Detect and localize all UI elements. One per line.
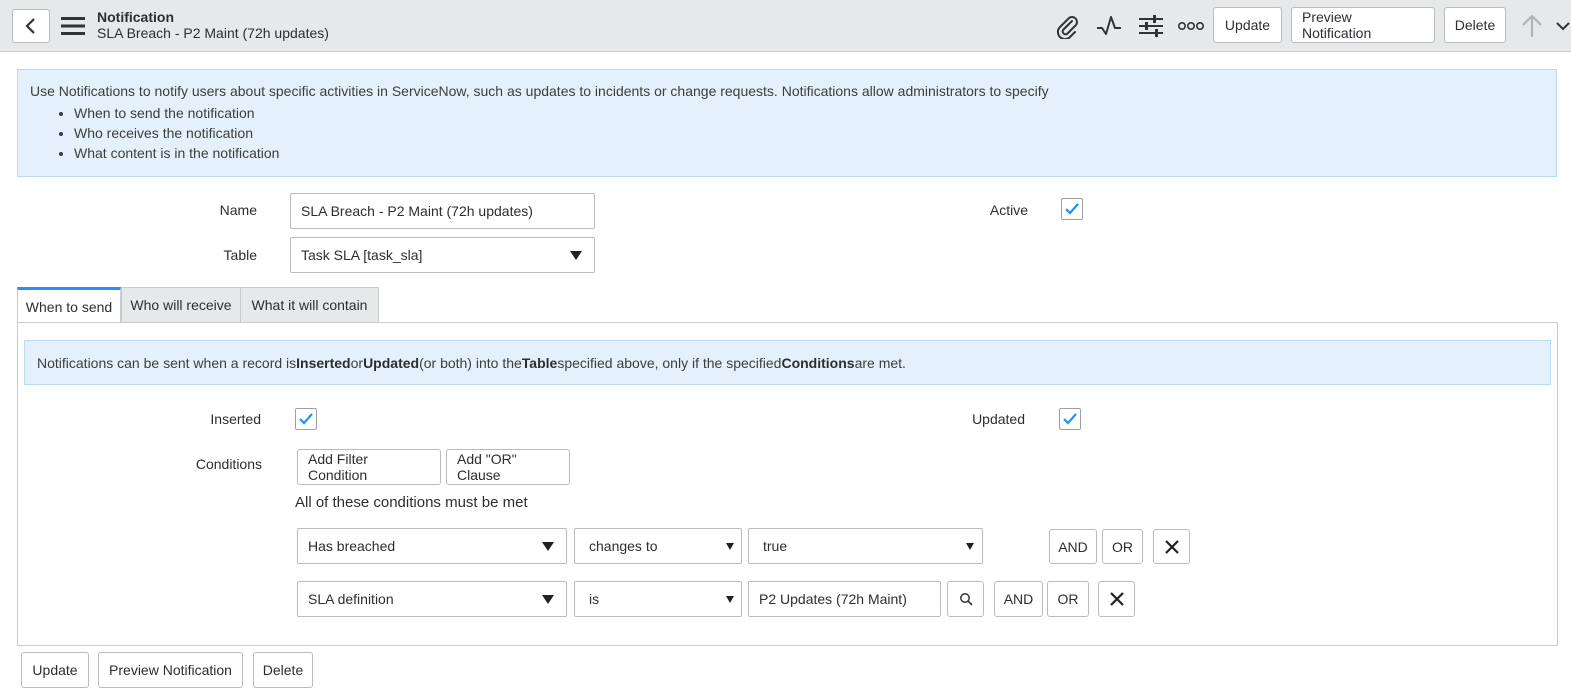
inserted-checkbox[interactable]: [295, 408, 317, 430]
name-label: Name: [219, 202, 257, 218]
when-to-send-help: Notifications can be sent when a record …: [24, 340, 1551, 385]
record-subtitle: SLA Breach - P2 Maint (72h updates): [97, 25, 329, 41]
help-list-item: Who receives the notification: [74, 123, 279, 143]
attachment-button[interactable]: [1053, 12, 1081, 40]
conditions-label: Conditions: [195, 456, 262, 472]
condition-or-button[interactable]: OR: [1102, 529, 1143, 564]
up-arrow-icon: [1522, 14, 1542, 37]
more-icon: [1177, 21, 1204, 31]
updated-checkbox[interactable]: [1059, 408, 1081, 430]
help-list: When to send the notification Who receiv…: [74, 103, 279, 163]
remove-condition-button[interactable]: [1153, 529, 1190, 564]
menu-button[interactable]: [61, 14, 85, 38]
table-select[interactable]: Task SLA [task_sla]: [290, 237, 595, 273]
condition-field-value: SLA definition: [308, 591, 394, 607]
condition-operator-select[interactable]: is: [574, 581, 742, 617]
dropdown-arrow-icon: [726, 596, 734, 603]
condition-value-select[interactable]: true: [748, 528, 983, 564]
previous-record-button[interactable]: [1518, 12, 1546, 40]
condition-value-input[interactable]: P2 Updates (72h Maint): [748, 581, 941, 617]
more-options-button[interactable]: [1177, 12, 1205, 40]
checkmark-icon: [1065, 203, 1079, 215]
add-or-clause-button[interactable]: Add "OR" Clause: [446, 449, 570, 485]
chevron-down-icon: [1556, 22, 1570, 31]
help-text-bold: Updated: [363, 354, 420, 371]
add-filter-condition-button[interactable]: Add Filter Condition: [297, 449, 441, 485]
search-icon: [959, 593, 973, 606]
active-label: Active: [989, 202, 1028, 218]
footer-update-button[interactable]: Update: [21, 652, 89, 688]
activity-button[interactable]: [1095, 12, 1123, 40]
table-label: Table: [223, 247, 257, 263]
tab-when-to-send[interactable]: When to send: [17, 287, 121, 323]
dropdown-arrow-icon: [542, 542, 554, 551]
help-text: or: [350, 354, 364, 371]
next-record-button[interactable]: [1555, 12, 1571, 40]
condition-operator-select[interactable]: changes to: [574, 528, 742, 564]
personalize-button[interactable]: [1137, 12, 1165, 40]
condition-and-button[interactable]: AND: [1049, 529, 1097, 564]
dropdown-arrow-icon: [542, 595, 554, 604]
condition-field-value: Has breached: [308, 538, 396, 554]
condition-or-button[interactable]: OR: [1047, 581, 1089, 617]
close-icon: [1164, 539, 1179, 554]
footer-delete-button[interactable]: Delete: [253, 652, 313, 688]
dropdown-arrow-icon: [966, 543, 974, 550]
help-text: Notifications can be sent when a record …: [37, 354, 297, 371]
condition-value: true: [763, 538, 788, 554]
dropdown-arrow-icon: [726, 543, 734, 550]
activity-icon: [1097, 16, 1121, 35]
condition-field-select[interactable]: Has breached: [297, 528, 567, 564]
menu-icon: [61, 17, 85, 35]
help-text-bold: Conditions: [781, 354, 855, 371]
checkmark-icon: [1063, 413, 1077, 425]
help-text: specified above, only if the specified: [557, 354, 782, 371]
help-list-item: What content is in the notification: [74, 143, 279, 163]
condition-and-button[interactable]: AND: [994, 581, 1043, 617]
checkmark-icon: [299, 413, 313, 425]
help-list-item: When to send the notification: [74, 103, 279, 123]
close-icon: [1109, 592, 1124, 606]
condition-field-select[interactable]: SLA definition: [297, 581, 567, 617]
condition-operator-value: changes to: [589, 538, 658, 554]
help-text: are met.: [854, 354, 906, 371]
attachment-icon: [1056, 16, 1078, 39]
help-intro: Use Notifications to notify users about …: [30, 83, 1049, 99]
form-header: Notification SLA Breach - P2 Maint (72h …: [0, 0, 1571, 52]
name-field[interactable]: SLA Breach - P2 Maint (72h updates): [290, 193, 595, 229]
delete-button[interactable]: Delete: [1444, 7, 1506, 43]
table-select-value: Task SLA [task_sla]: [301, 247, 423, 263]
conditions-note: All of these conditions must be met: [295, 494, 528, 511]
help-text-bold: Table: [521, 354, 558, 371]
lookup-button[interactable]: [947, 581, 984, 617]
notification-help-box: Use Notifications to notify users about …: [17, 69, 1557, 177]
help-text: (or both) into the: [419, 354, 522, 371]
updated-label: Updated: [972, 411, 1025, 427]
remove-condition-button[interactable]: [1098, 581, 1135, 617]
form-title: Notification: [97, 9, 174, 25]
update-button[interactable]: Update: [1213, 7, 1282, 43]
back-icon: [25, 18, 35, 34]
condition-operator-value: is: [589, 591, 600, 607]
preview-notification-button[interactable]: Preview Notification: [1291, 7, 1435, 43]
back-button[interactable]: [12, 9, 50, 43]
inserted-label: Inserted: [210, 411, 261, 427]
tab-who-will-receive[interactable]: Who will receive: [121, 287, 241, 323]
footer-preview-notification-button[interactable]: Preview Notification: [98, 652, 243, 688]
help-text-bold: Inserted: [296, 354, 351, 371]
tab-what-it-will-contain[interactable]: What it will contain: [240, 287, 379, 323]
settings-icon: [1139, 15, 1163, 37]
active-checkbox[interactable]: [1061, 198, 1083, 220]
dropdown-arrow-icon: [570, 251, 582, 260]
